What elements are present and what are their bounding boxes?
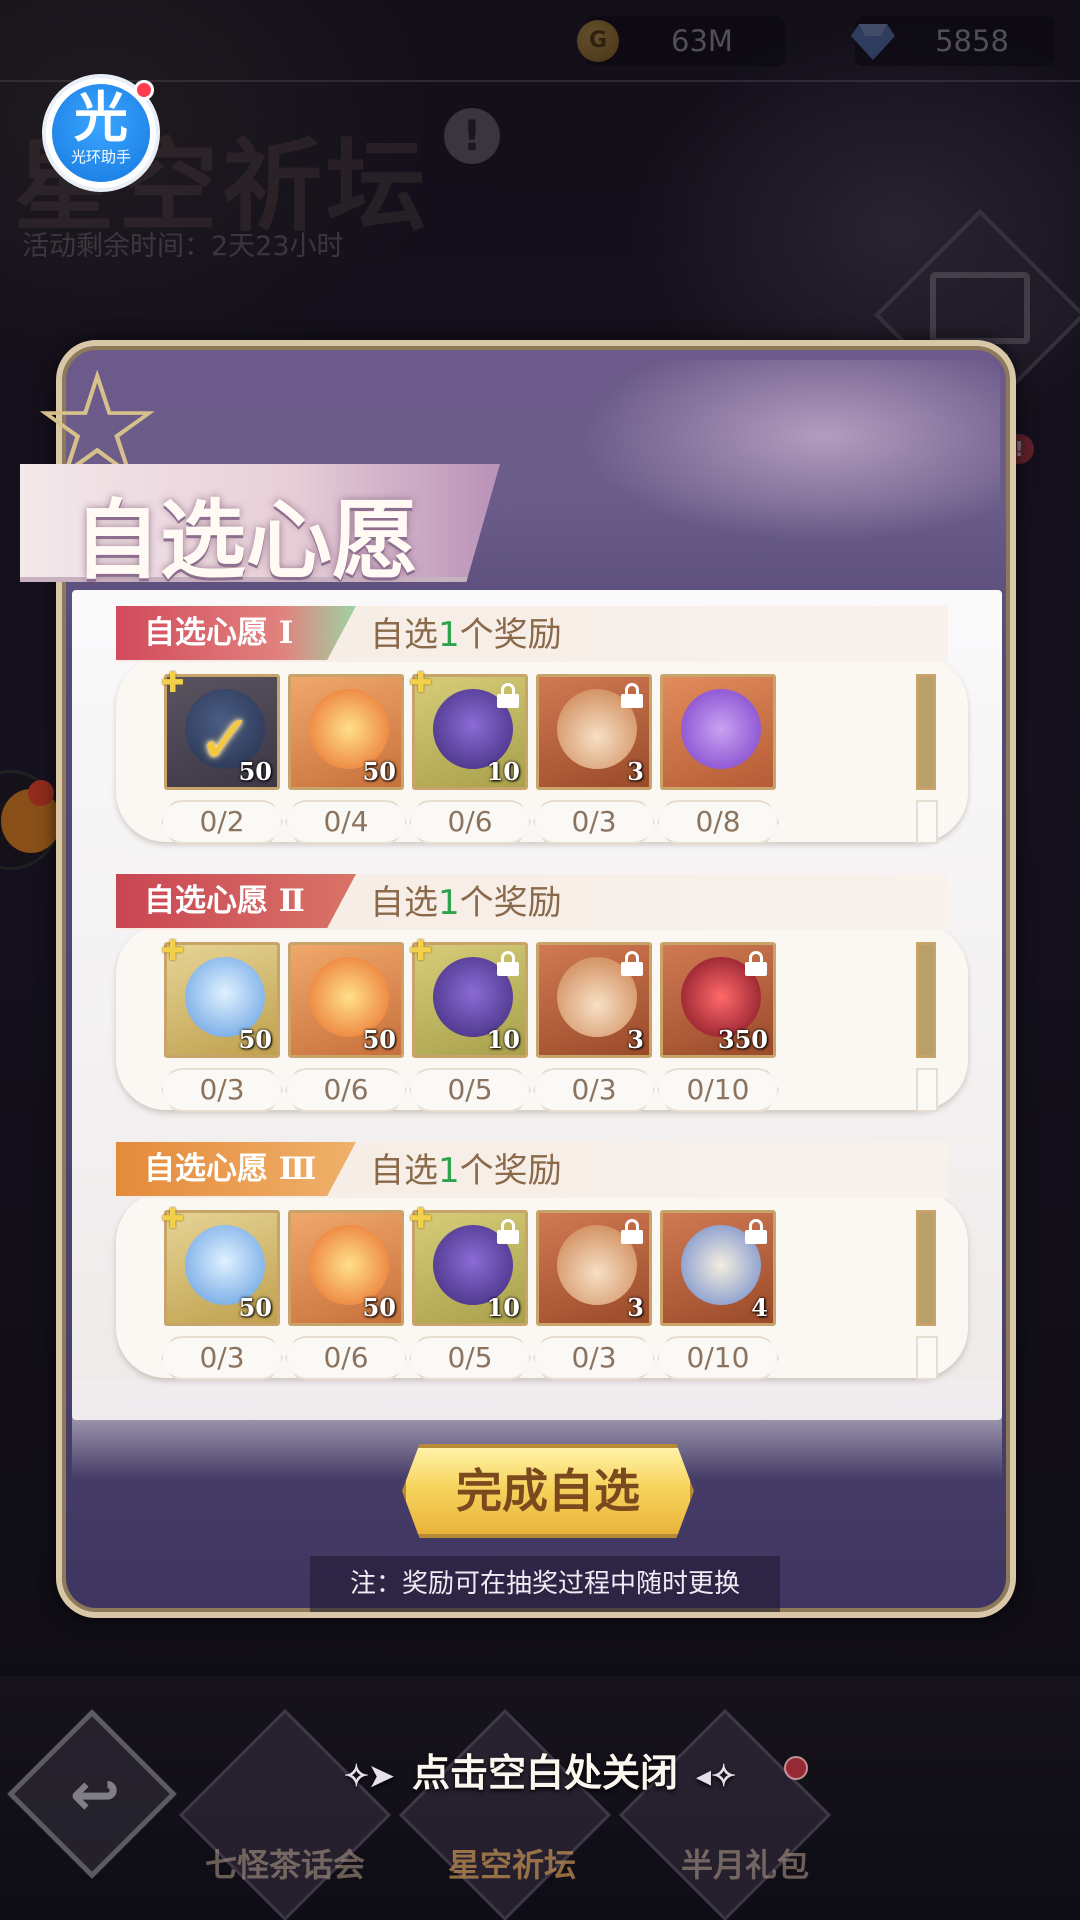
reward-progress-partial [916, 1336, 938, 1380]
lock-icon [745, 951, 767, 976]
reward-quantity: 50 [362, 757, 396, 786]
reward-item[interactable]: 3 [536, 1210, 652, 1326]
reward-progress: 0/4 [285, 800, 407, 844]
wish-subtitle: 自选1个奖励 [370, 874, 562, 932]
lock-icon [497, 683, 519, 708]
reward-progress-partial [916, 800, 938, 844]
assistant-floating-button[interactable]: 光 光环助手 [42, 74, 160, 192]
puzzle-icon: ✚ [161, 934, 185, 967]
puzzle-icon: ✚ [161, 1202, 185, 1235]
ornament-left-icon: ✧➤ [343, 1759, 395, 1794]
wish-section-3: 自选心愿 Ⅲ 自选1个奖励 ✚ 50 0/3 50 0/6 ✚ 10 0/5 3 0/3 4 0/10 [100, 1142, 968, 1382]
reward-item[interactable] [660, 674, 776, 790]
reward-item[interactable]: ✚ ✓ 50 [161, 669, 280, 790]
reward-item[interactable]: 50 [288, 1210, 404, 1326]
reward-item[interactable]: 50 [288, 942, 404, 1058]
wish-subtitle-count: 1 [438, 883, 460, 923]
lock-icon [745, 1219, 767, 1244]
reward-item[interactable]: ✚ 50 [161, 937, 280, 1058]
reward-progress: 0/2 [161, 800, 283, 844]
reward-item[interactable]: 3 [536, 942, 652, 1058]
nav-label-tea-party: 七怪茶话会 [204, 1846, 365, 1884]
nav-label-half-month-pack: 半月礼包 [680, 1846, 809, 1884]
reward-item-partial[interactable] [916, 674, 936, 790]
reward-progress: 0/3 [161, 1068, 283, 1112]
wish-subtitle-prefix: 自选 [370, 883, 438, 923]
reward-progress: 0/6 [285, 1068, 407, 1112]
reward-quantity: 50 [362, 1025, 396, 1054]
assistant-label: 光环助手 [70, 148, 131, 166]
reward-quantity: 10 [486, 1293, 520, 1322]
close-hint[interactable]: ✧➤ 点击空白处关闭 ◂✧ [0, 1742, 1080, 1797]
reward-item[interactable]: 3 [536, 674, 652, 790]
reward-quantity: 3 [627, 1025, 644, 1054]
wish-subtitle-prefix: 自选 [370, 1151, 438, 1191]
wish-subtitle-count: 1 [438, 1151, 460, 1191]
wish-subtitle-prefix: 自选 [370, 615, 438, 655]
reward-quantity: 3 [627, 1293, 644, 1322]
reward-item[interactable]: ✚ 10 [409, 1205, 528, 1326]
reward-progress: 0/5 [409, 1336, 531, 1380]
reward-progress: 0/3 [533, 1068, 655, 1112]
reward-quantity: 50 [238, 1293, 272, 1322]
wish-subtitle: 自选1个奖励 [370, 606, 562, 664]
wish-subtitle-suffix: 个奖励 [459, 883, 562, 923]
wish-subtitle-suffix: 个奖励 [459, 1151, 562, 1191]
ornament-right-icon: ◂✧ [696, 1759, 737, 1794]
puzzle-icon: ✚ [409, 666, 433, 699]
reward-progress: 0/3 [533, 1336, 655, 1380]
nav-label-star-altar: 星空祈坛 [447, 1846, 576, 1884]
reward-progress: 0/5 [409, 1068, 531, 1112]
reward-progress: 0/3 [161, 1336, 283, 1380]
popup-title: 自选心愿 [74, 490, 418, 591]
reward-item-partial[interactable] [916, 1210, 936, 1326]
wish-subtitle: 自选1个奖励 [370, 1142, 562, 1200]
lock-icon [621, 951, 643, 976]
wish-tag: 自选心愿 Ⅱ [116, 874, 356, 928]
reward-quantity: 4 [751, 1293, 768, 1322]
reward-item[interactable]: ✚ 50 [161, 1205, 280, 1326]
note-text: 注：奖励可在抽奖过程中随时更换 [310, 1556, 780, 1612]
wish-tag: 自选心愿 Ⅲ [116, 1142, 356, 1196]
wish-subtitle-count: 1 [438, 615, 460, 655]
reward-quantity: 10 [486, 1025, 520, 1054]
complete-selection-button[interactable]: 完成自选 [402, 1444, 694, 1538]
reward-icon [681, 689, 761, 769]
blossom-decoration [560, 360, 1000, 550]
reward-item[interactable]: 50 [288, 674, 404, 790]
reward-item[interactable]: 4 [660, 1210, 776, 1326]
reward-progress-partial [916, 1068, 938, 1112]
wish-section-2: 自选心愿 Ⅱ 自选1个奖励 ✚ 50 0/3 50 0/6 ✚ 10 0/5 3 0/3 350 0/10 [100, 874, 968, 1114]
reward-item[interactable]: 350 [660, 942, 776, 1058]
puzzle-icon: ✚ [409, 934, 433, 967]
lock-icon [621, 683, 643, 708]
lock-icon [497, 1219, 519, 1244]
reward-quantity: 50 [362, 1293, 396, 1322]
reward-progress: 0/8 [657, 800, 779, 844]
wish-section-1: 自选心愿 Ⅰ 自选1个奖励 ✚ ✓ 50 0/2 50 0/4 ✚ 10 0/6 3 0/3 0/8 [100, 606, 968, 846]
reward-quantity: 50 [238, 1025, 272, 1054]
reward-quantity: 350 [717, 1025, 768, 1054]
reward-progress: 0/3 [533, 800, 655, 844]
reward-quantity: 50 [238, 757, 272, 786]
lock-icon [621, 1219, 643, 1244]
reward-quantity: 10 [486, 757, 520, 786]
reward-progress: 0/10 [657, 1068, 779, 1112]
puzzle-icon: ✚ [409, 1202, 433, 1235]
reward-progress: 0/10 [657, 1336, 779, 1380]
lock-icon [497, 951, 519, 976]
wish-tag: 自选心愿 Ⅰ [116, 606, 356, 660]
reward-item[interactable]: ✚ 10 [409, 669, 528, 790]
reward-progress: 0/6 [285, 1336, 407, 1380]
reward-item[interactable]: ✚ 10 [409, 937, 528, 1058]
close-hint-text: 点击空白处关闭 [412, 1750, 679, 1795]
puzzle-icon: ✚ [161, 666, 185, 699]
reward-item-partial[interactable] [916, 942, 936, 1058]
assistant-notification-dot [134, 80, 154, 100]
reward-quantity: 3 [627, 757, 644, 786]
reward-progress: 0/6 [409, 800, 531, 844]
wish-subtitle-suffix: 个奖励 [459, 615, 562, 655]
